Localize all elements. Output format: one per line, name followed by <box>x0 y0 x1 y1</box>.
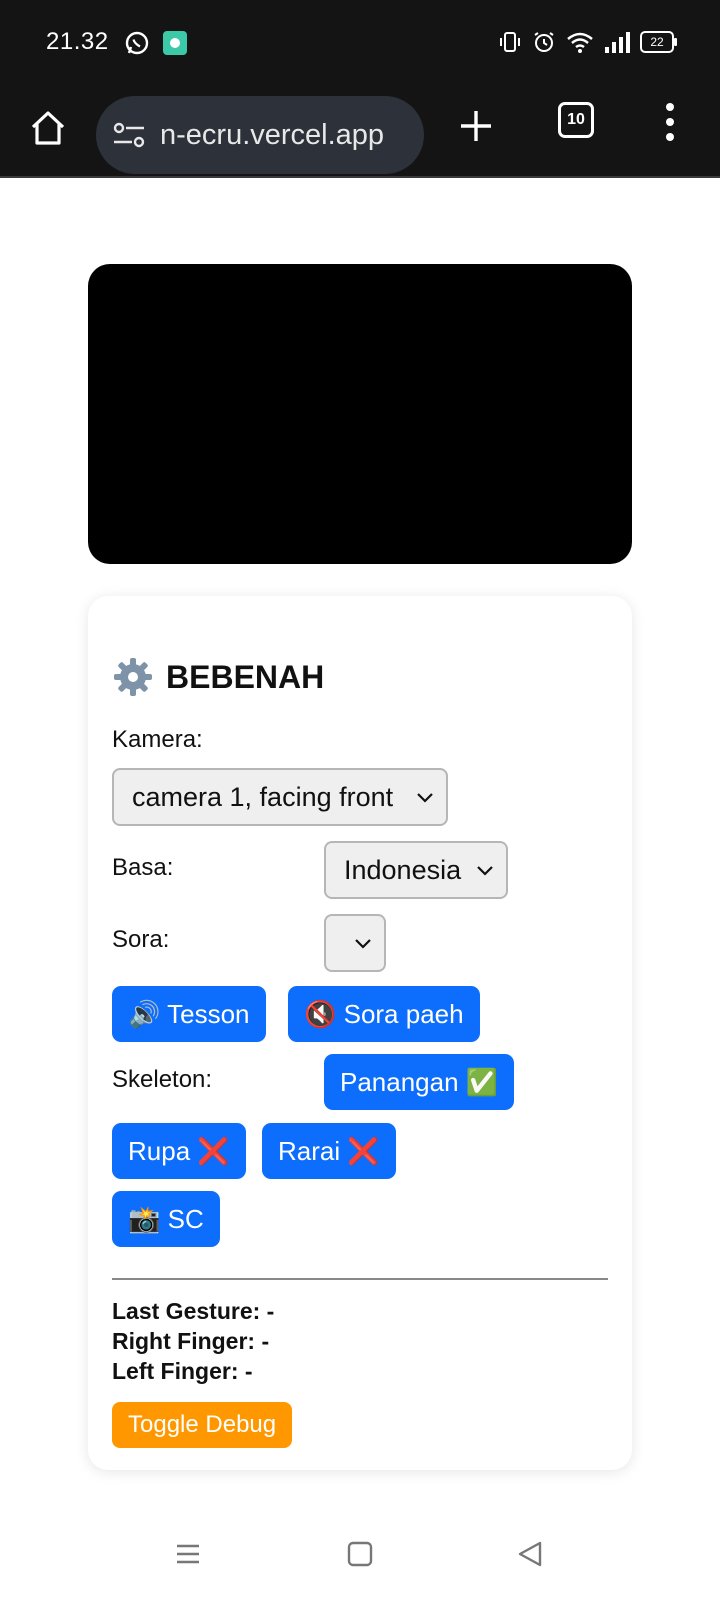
chevron-down-icon <box>417 793 433 803</box>
clock: 21.32 <box>46 28 109 55</box>
camera-preview <box>88 264 632 564</box>
left-finger-value: - <box>244 1358 253 1384</box>
language-select-value: Indonesia <box>344 854 462 885</box>
last-gesture-value: - <box>266 1298 275 1324</box>
right-finger-row: Right Finger: - <box>112 1328 269 1355</box>
voice-label: Sora: <box>112 926 170 953</box>
settings-title-text: BEBENAH <box>166 658 325 695</box>
home-nav-icon[interactable] <box>346 1540 374 1568</box>
right-finger-label: Right Finger: <box>112 1328 256 1354</box>
browser-toolbar: n-ecru.vercel.app 10 <box>0 86 720 178</box>
left-finger-label: Left Finger: <box>112 1358 239 1384</box>
settings-title: BEBENAH <box>112 656 324 698</box>
home-icon[interactable] <box>28 108 68 148</box>
site-settings-icon[interactable] <box>112 120 146 150</box>
address-bar[interactable]: n-ecru.vercel.app <box>96 96 424 174</box>
chevron-down-icon <box>355 939 371 949</box>
language-label: Basa: <box>112 854 174 881</box>
system-icons: 22 <box>498 30 677 54</box>
wifi-icon <box>567 32 593 53</box>
voice-select[interactable] <box>324 914 386 972</box>
last-gesture-label: Last Gesture: <box>112 1298 261 1324</box>
whatsapp-icon <box>125 31 149 55</box>
url-text: n-ecru.vercel.app <box>160 118 385 151</box>
new-tab-icon[interactable] <box>458 108 494 144</box>
notification-icons <box>124 30 188 56</box>
toggle-debug-button[interactable]: Toggle Debug <box>112 1402 293 1448</box>
vibrate-icon <box>500 32 520 52</box>
screenshot-button[interactable]: 📸 SC <box>112 1191 220 1247</box>
language-select[interactable]: Indonesia <box>324 841 508 899</box>
divider <box>112 1278 608 1280</box>
last-gesture-row: Last Gesture: - <box>112 1298 274 1325</box>
tab-switcher-button[interactable]: 10 <box>558 102 594 138</box>
navigation-bar <box>0 1510 720 1600</box>
gear-icon <box>114 658 152 696</box>
body-skeleton-toggle[interactable]: Rarai ❌ <box>262 1123 396 1179</box>
left-finger-row: Left Finger: - <box>112 1358 253 1385</box>
hand-skeleton-toggle[interactable]: Panangan ✅ <box>324 1054 515 1110</box>
more-menu-icon[interactable] <box>664 102 676 142</box>
recent-apps-icon[interactable] <box>174 1540 202 1568</box>
app-notification-icon <box>163 31 187 55</box>
status-bar: 21.32 22 <box>0 0 720 86</box>
signal-icon <box>605 32 630 53</box>
camera-select[interactable]: camera 1, facing front <box>112 768 448 826</box>
mute-button[interactable]: 🔇 Sora paeh <box>288 986 480 1042</box>
battery-icon: 22 <box>640 31 677 53</box>
face-skeleton-toggle[interactable]: Rupa ❌ <box>112 1123 246 1179</box>
camera-select-value: camera 1, facing front <box>132 781 394 812</box>
test-voice-button[interactable]: 🔊 Tesson <box>112 986 266 1042</box>
camera-label: Kamera: <box>112 726 203 753</box>
alarm-icon <box>534 32 554 52</box>
right-finger-value: - <box>261 1328 270 1354</box>
skeleton-label: Skeleton: <box>112 1066 213 1093</box>
settings-panel: BEBENAH Kamera: camera 1, facing front B… <box>88 596 632 1470</box>
chevron-down-icon <box>477 866 493 876</box>
back-icon[interactable] <box>516 1540 544 1568</box>
